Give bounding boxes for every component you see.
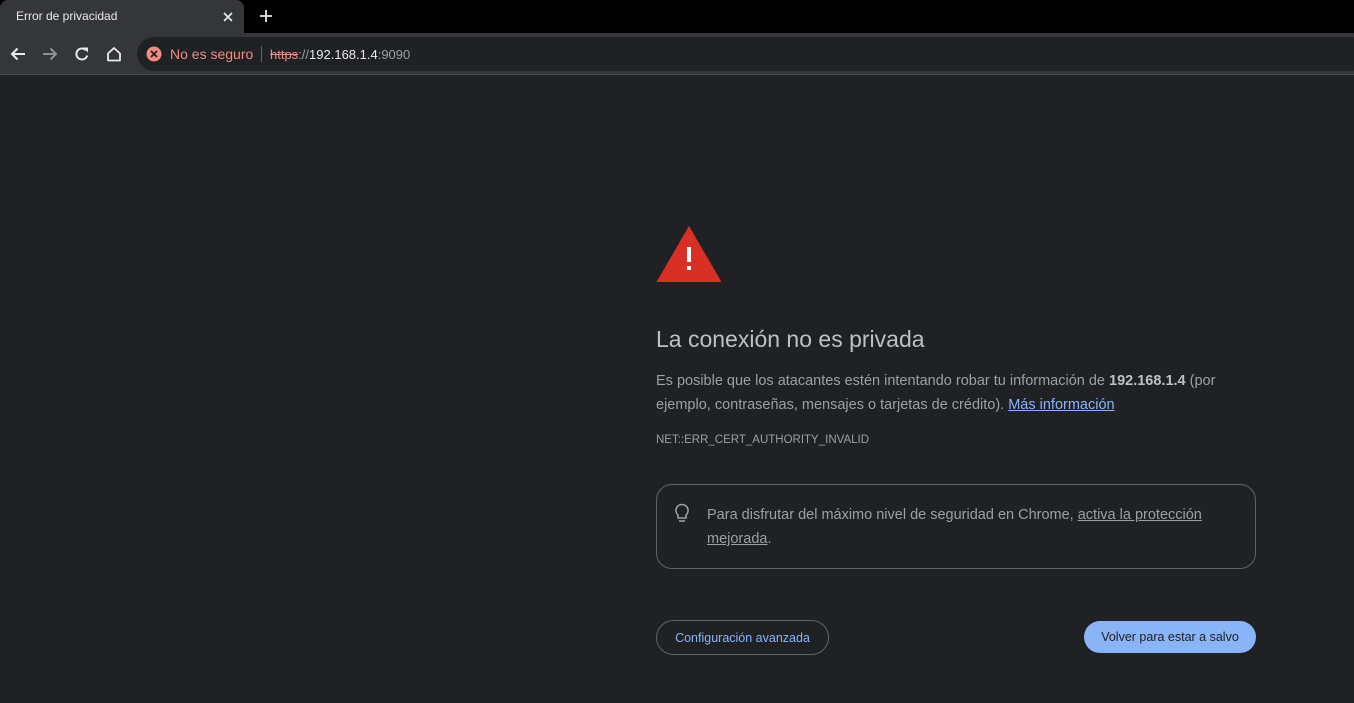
description-prefix: Es posible que los atacantes estén inten… [656, 373, 1110, 389]
description-host: 192.168.1.4 [1109, 373, 1186, 389]
reload-button[interactable] [69, 41, 95, 67]
new-tab-button[interactable] [254, 4, 278, 28]
advanced-button[interactable]: Configuración avanzada [656, 620, 829, 655]
toolbar: No es seguro https://192.168.1.4:9090 [0, 33, 1354, 75]
tab-title: Error de privacidad [16, 9, 118, 23]
reload-icon [75, 47, 89, 61]
url-text[interactable]: https://192.168.1.4:9090 [270, 47, 410, 62]
error-description: Es posible que los atacantes estén inten… [656, 369, 1256, 417]
url-scheme: https [270, 47, 299, 62]
lightbulb-icon [675, 503, 689, 522]
tip-prefix: Para disfrutar del máximo nivel de segur… [707, 507, 1078, 523]
tip-text: Para disfrutar del máximo nivel de segur… [707, 503, 1237, 551]
close-icon[interactable] [218, 7, 238, 27]
back-button[interactable] [5, 41, 31, 67]
tip-suffix: . [767, 531, 772, 547]
url-separator: :// [298, 47, 310, 62]
not-secure-icon[interactable] [146, 46, 162, 62]
arrow-left-icon [10, 47, 25, 61]
tab-active[interactable]: Error de privacidad [0, 0, 244, 33]
url-host: 192.168.1.4 [309, 47, 378, 62]
address-bar[interactable]: No es seguro https://192.168.1.4:9090 [137, 37, 1354, 71]
url-port: :9090 [377, 47, 411, 62]
security-label[interactable]: No es seguro [170, 46, 253, 62]
home-icon [107, 47, 121, 62]
warning-triangle-icon [656, 226, 722, 282]
forward-button[interactable] [37, 41, 63, 67]
arrow-right-icon [43, 47, 58, 61]
tab-strip: Error de privacidad [0, 0, 1354, 33]
back-to-safety-button[interactable]: Volver para estar a salvo [1084, 621, 1256, 653]
learn-more-link[interactable]: Más información [1008, 397, 1114, 413]
enhanced-protection-tip: Para disfrutar del máximo nivel de segur… [656, 484, 1256, 569]
error-code[interactable]: NET::ERR_CERT_AUTHORITY_INVALID [656, 434, 869, 446]
home-button[interactable] [101, 41, 127, 67]
plus-icon [260, 10, 272, 22]
page-title: La conexión no es privada [656, 326, 925, 352]
omnibox-divider [261, 46, 262, 62]
